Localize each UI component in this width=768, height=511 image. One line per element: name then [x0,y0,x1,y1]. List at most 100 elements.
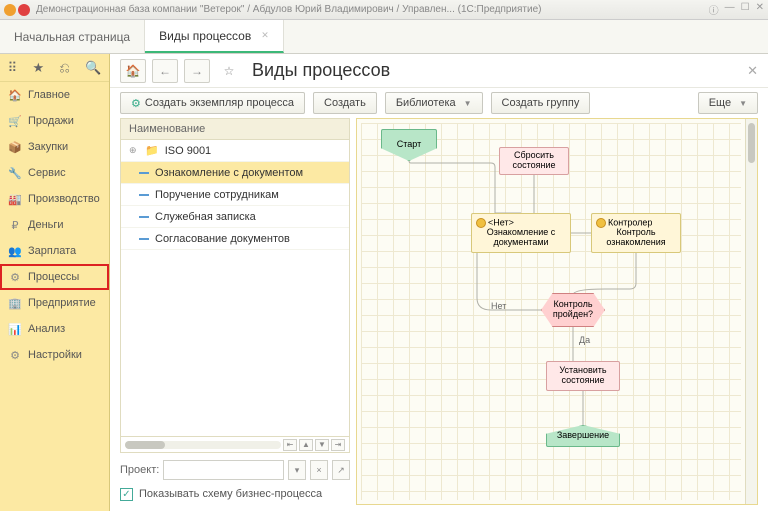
tree-row[interactable]: Служебная записка [121,206,349,228]
sidebar-item-5[interactable]: ₽ Деньги [0,212,109,238]
sidebar-label: Производство [28,193,100,205]
back-button[interactable]: ← [152,59,178,83]
show-schema-row[interactable]: ✓ Показывать схему бизнес-процесса [120,483,350,505]
node-review[interactable]: <Нет> Ознакомление с документами [471,213,571,253]
tree-row-label: Ознакомление с документом [155,167,303,179]
tree-row-label: Служебная записка [155,211,256,223]
item-icon [139,172,149,174]
project-label: Проект: [120,464,159,476]
scroll-end2-btn[interactable]: ⇥ [331,439,345,451]
sidebar-item-7[interactable]: ⚙ Процессы [0,264,109,290]
sidebar: ⠿ ★ ⎌ 🔍 🏠Главное 🛒 Продажи 📦Закупки 🔧 Сервис 🏭… [0,54,110,511]
expand-icon[interactable]: ⊕ [129,145,139,156]
sidebar-label: Процессы [28,271,79,283]
person-icon [476,218,486,228]
titlebar: Демонстрационная база компании "Ветерок"… [0,0,768,20]
sidebar-label: Предприятие [28,297,96,309]
tab-close-icon[interactable]: ✕ [261,30,269,41]
sidebar-label: Продажи [28,115,74,127]
project-open[interactable]: ↗ [332,460,350,480]
help-icon[interactable]: ⓘ [709,2,719,17]
tab-process-types[interactable]: Виды процессов✕ [145,20,284,53]
sidebar-item-3[interactable]: 🔧 Сервис [0,160,109,186]
sidebar-icon: 🏭 [8,193,22,206]
tab-bar: Начальная страница Виды процессов✕ [0,20,768,54]
sidebar-toolbar: ⠿ ★ ⎌ 🔍 [0,54,109,82]
tab-start-page[interactable]: Начальная страница [0,20,145,53]
forward-button[interactable]: → [184,59,210,83]
sidebar-icon: 👥 [8,245,22,258]
node-start[interactable]: Старт [381,129,437,161]
system-buttons: ⓘ — ☐ ✕ [709,2,764,17]
sidebar-item-6[interactable]: 👥 Зарплата [0,238,109,264]
library-button[interactable]: Библиотека▼ [385,92,483,114]
tree-row-label: Согласование документов [155,233,290,245]
diagram-canvas[interactable]: Старт Сбросить состояние <Нет> Ознакомле… [361,123,741,500]
scroll-down-btn[interactable]: ▼ [315,439,329,451]
tree-folder[interactable]: ⊕ 📁 ISO 9001 [121,140,349,162]
favorite-icon[interactable]: ☆ [216,59,242,83]
node-decision[interactable]: Контроль пройден? [541,293,605,327]
scroll-up-btn[interactable]: ▲ [299,439,313,451]
create-button[interactable]: Создать [313,92,377,114]
tree-row[interactable]: Согласование документов [121,228,349,250]
toolbar: ⚙Создать экземпляр процесса Создать Библ… [110,88,768,118]
sidebar-label: Настройки [28,349,82,361]
tree: ⊕ 📁 ISO 9001 Ознакомление с документом По… [120,140,350,437]
window-title: Демонстрационная база компании "Ветерок"… [36,4,709,15]
node-end[interactable]: Завершение [546,425,620,447]
tree-row[interactable]: Ознакомление с документом [121,162,349,184]
tree-folder-label: ISO 9001 [165,145,211,157]
close-icon[interactable]: ✕ [756,2,764,17]
tree-row[interactable]: Поручение сотрудникам [121,184,349,206]
more-button[interactable]: Еще▼ [698,92,758,114]
page-close-icon[interactable]: ✕ [747,63,758,79]
sidebar-item-8[interactable]: 🏢 Предприятие [0,290,109,316]
node-set-state[interactable]: Установить состояние [546,361,620,391]
sidebar-icon: 🔧 [8,167,22,180]
item-icon [139,194,149,196]
hscroll-track[interactable] [125,441,281,449]
sidebar-icon: ₽ [8,219,22,232]
sidebar-icon: ⚙ [8,271,22,284]
tree-header[interactable]: Наименование [120,118,350,140]
diagram-pane: Старт Сбросить состояние <Нет> Ознакомле… [356,118,758,505]
create-group-button[interactable]: Создать группу [491,92,591,114]
sidebar-label: Главное [28,89,70,101]
item-icon [139,216,149,218]
project-dropdown[interactable]: ▾ [288,460,306,480]
checkbox-icon[interactable]: ✓ [120,488,133,501]
page-title: Виды процессов [252,60,390,81]
page-header: 🏠 ← → ☆ Виды процессов ✕ [110,54,768,88]
node-reset[interactable]: Сбросить состояние [499,147,569,175]
sidebar-item-9[interactable]: 📊Анализ [0,316,109,342]
sidebar-label: Деньги [28,219,64,231]
sidebar-item-4[interactable]: 🏭 Производство [0,186,109,212]
sidebar-icon: 🛒 [8,115,22,128]
search-icon[interactable]: 🔍 [85,60,101,76]
sidebar-label: Зарплата [28,245,76,257]
sidebar-icon: ⚙ [8,349,22,362]
sidebar-label: Анализ [28,323,65,335]
node-controller[interactable]: Контролер Контроль ознакомления [591,213,681,253]
apps-icon[interactable]: ⠿ [8,60,18,76]
history-icon[interactable]: ⎌ [59,60,69,76]
maximize-icon[interactable]: ☐ [741,2,750,17]
sidebar-item-1[interactable]: 🛒 Продажи [0,108,109,134]
sidebar-item-0[interactable]: 🏠Главное [0,82,109,108]
scroll-end-btn[interactable]: ⇤ [283,439,297,451]
home-button[interactable]: 🏠 [120,59,146,83]
minimize-icon[interactable]: — [725,2,735,17]
label-no: Нет [491,301,506,311]
project-input[interactable] [163,460,284,480]
sidebar-item-2[interactable]: 📦Закупки [0,134,109,160]
sidebar-label: Сервис [28,167,66,179]
sidebar-item-10[interactable]: ⚙ Настройки [0,342,109,368]
create-instance-button[interactable]: ⚙Создать экземпляр процесса [120,92,305,114]
diagram-vscroll[interactable] [745,119,757,504]
sidebar-icon: 🏢 [8,297,22,310]
sidebar-icon: 📦 [8,141,22,154]
star-icon[interactable]: ★ [32,60,44,76]
label-yes: Да [579,335,590,345]
project-clear[interactable]: × [310,460,328,480]
